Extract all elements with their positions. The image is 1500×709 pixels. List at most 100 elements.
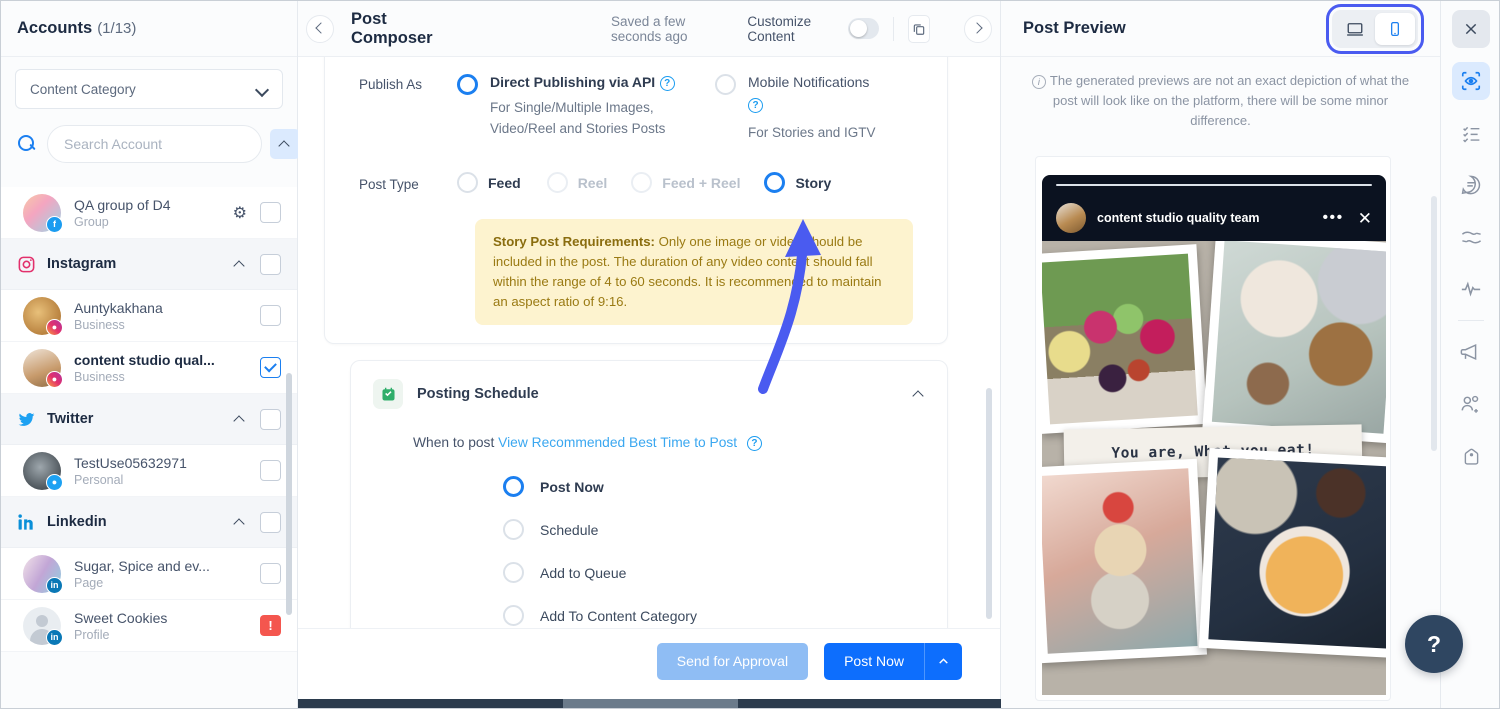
collapse-all-button[interactable] [270, 129, 300, 159]
list-item[interactable]: in Sweet Cookies Profile ! [1, 600, 297, 652]
help-icon[interactable]: ? [748, 98, 763, 113]
close-icon[interactable]: ✕ [1358, 210, 1372, 227]
preview-eye-icon[interactable] [1452, 62, 1490, 100]
schedule-option-add-to-queue-radio[interactable] [503, 562, 524, 583]
post-type-story-radio[interactable] [764, 172, 786, 193]
accounts-count: (1/13) [97, 20, 137, 37]
preview-scrollbar[interactable] [1431, 196, 1437, 451]
schedule-option-schedule[interactable]: Schedule [351, 508, 947, 551]
account-meta: Auntykakhana Business [74, 300, 260, 332]
network-group-linkedin[interactable]: Linkedin [1, 497, 297, 548]
schedule-option-post-now[interactable]: Post Now [351, 465, 947, 508]
close-icon[interactable] [1452, 10, 1490, 48]
collapse-sidebar-button[interactable] [306, 14, 334, 43]
account-checkbox[interactable] [260, 202, 281, 223]
list-item[interactable]: ● TestUse05632971 Personal [1, 445, 297, 497]
approval-hands-icon[interactable] [1452, 218, 1490, 256]
chevron-up-icon[interactable] [234, 413, 246, 425]
account-type: Page [74, 575, 104, 590]
mobile-view-button[interactable] [1375, 12, 1415, 45]
schedule-option-add-to-content-category-label: Add To Content Category [540, 607, 697, 624]
add-people-icon[interactable] [1452, 385, 1490, 423]
sidebar-scrollbar[interactable] [286, 373, 292, 615]
account-checkbox[interactable] [260, 357, 281, 378]
post-type-feed-reel-label: Feed + Reel [662, 174, 741, 191]
more-options-icon[interactable]: ••• [1322, 209, 1343, 227]
network-group-checkbox[interactable] [260, 408, 281, 430]
account-type: Business [74, 369, 125, 384]
chevron-right-icon [974, 24, 983, 33]
instagram-icon [13, 255, 39, 274]
composer-scrollbar[interactable] [986, 388, 992, 619]
post-type-story[interactable]: Story [764, 172, 831, 193]
checklist-icon[interactable] [1452, 114, 1490, 152]
publish-option-direct-api-radio[interactable] [457, 74, 478, 95]
publish-option-mobile-notifications-radio[interactable] [715, 74, 736, 95]
help-button[interactable]: ? [1405, 615, 1463, 673]
account-alert-badge[interactable]: ! [260, 615, 281, 636]
schedule-option-schedule-radio[interactable] [503, 519, 524, 540]
collage-photo-pancakes [1198, 448, 1386, 658]
customize-content-toggle[interactable] [847, 18, 879, 39]
photo [1208, 457, 1386, 649]
account-type: Group [74, 214, 109, 229]
story-requirements-heading: Story Post Requirements: [493, 234, 655, 249]
story-account-name: content studio quality team [1097, 211, 1260, 225]
network-group-twitter[interactable]: Twitter [1, 394, 297, 445]
account-name: QA group of D4 [74, 196, 171, 213]
account-meta: Sweet Cookies Profile [74, 610, 260, 642]
gear-icon[interactable]: ⚙ [233, 203, 247, 223]
network-group-instagram[interactable]: Instagram [1, 239, 297, 290]
chevron-up-icon[interactable] [913, 388, 925, 400]
help-icon[interactable]: ? [659, 76, 675, 91]
chevron-up-icon[interactable] [234, 258, 246, 270]
desktop-view-button[interactable] [1335, 13, 1375, 45]
horizontal-scrollbar[interactable] [298, 699, 1001, 708]
list-item[interactable]: f QA group of D4 Group ⚙ [1, 187, 297, 239]
duplicate-post-button[interactable] [907, 14, 930, 43]
post-type-reel-radio[interactable] [546, 172, 568, 193]
post-now-button[interactable]: Post Now [824, 642, 924, 680]
comment-icon[interactable] [1452, 166, 1490, 204]
search-input[interactable] [47, 125, 262, 163]
account-name: Auntykakhana [74, 299, 163, 316]
publish-option-direct-api[interactable]: Direct Publishing via API ? For Single/M… [457, 74, 697, 139]
list-item[interactable]: in Sugar, Spice and ev... Page [1, 548, 297, 600]
network-group-checkbox[interactable] [260, 253, 281, 275]
help-icon[interactable]: ? [746, 436, 762, 451]
send-for-approval-button[interactable]: Send for Approval [656, 642, 809, 680]
account-meta: QA group of D4 Group [74, 197, 233, 229]
list-item[interactable]: ● content studio qual... Business [1, 342, 297, 394]
schedule-option-add-to-content-category-radio[interactable] [503, 605, 524, 626]
schedule-option-add-to-content-category[interactable]: Add To Content Category [351, 594, 947, 628]
list-item[interactable]: ● Auntykakhana Business [1, 290, 297, 342]
content-category-select[interactable]: Content Category [15, 69, 283, 109]
expand-preview-button[interactable] [964, 14, 992, 43]
activity-icon[interactable] [1452, 270, 1490, 308]
saved-status: Saved a few seconds ago [610, 13, 688, 44]
account-checkbox[interactable] [260, 563, 281, 584]
best-time-to-post-link[interactable]: View Recommended Best Time to Post [498, 435, 737, 450]
account-checkbox[interactable] [260, 460, 281, 481]
network-group-checkbox[interactable] [260, 511, 281, 533]
account-checkbox[interactable] [260, 305, 281, 326]
posting-schedule-header[interactable]: Posting Schedule [351, 361, 947, 409]
post-type-feed-radio[interactable] [457, 172, 478, 193]
collage-photo-smoothies [1042, 244, 1208, 434]
avatar: ● [23, 348, 63, 388]
schedule-option-add-to-queue[interactable]: Add to Queue [351, 551, 947, 594]
network-group-label: Instagram [47, 256, 117, 272]
post-type-feed-reel[interactable]: Feed + Reel [631, 172, 740, 193]
schedule-option-post-now-radio[interactable] [503, 476, 524, 497]
avatar: in [23, 606, 63, 646]
publish-option-mobile-notifications[interactable]: Mobile Notifications ? For Stories and I… [715, 74, 905, 143]
tag-icon[interactable] [1452, 437, 1490, 475]
post-type-reel[interactable]: Reel [546, 172, 607, 193]
post-now-dropdown-button[interactable] [924, 642, 962, 680]
chevron-up-icon[interactable] [234, 516, 246, 528]
megaphone-icon[interactable] [1452, 333, 1490, 371]
post-type-feed[interactable]: Feed [457, 172, 521, 193]
post-type-feed-reel-radio[interactable] [631, 172, 653, 193]
